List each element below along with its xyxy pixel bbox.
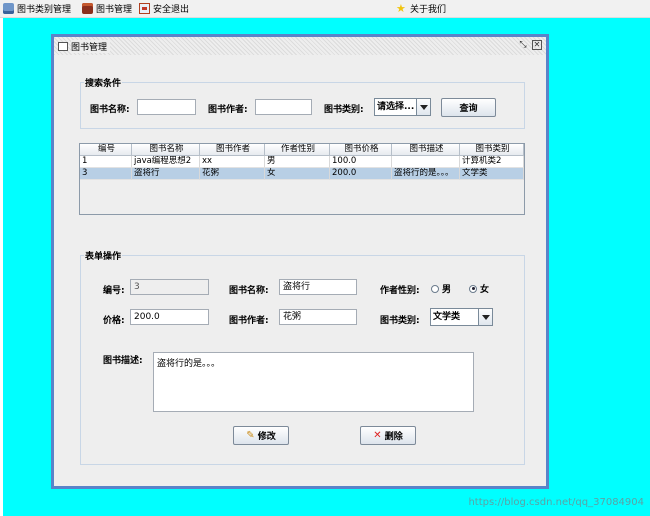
form-group-label: 表单操作 <box>84 249 123 262</box>
menu-book-manage[interactable]: 图书管理 <box>82 1 132 15</box>
table-cell: 3 <box>80 168 132 180</box>
table-cell: 200.0 <box>330 168 392 180</box>
table-row-selected[interactable]: 3 盗将行 花粥 女 200.0 盗将行的是。。。 文学类 <box>80 168 524 180</box>
watermark: https://blog.csdn.net/qq_37084904 <box>468 497 644 508</box>
table-cell: 100.0 <box>330 156 392 168</box>
menu-book-category[interactable]: 图书类别管理 <box>3 1 71 15</box>
table-cell: 文学类 <box>460 168 524 180</box>
search-type-select[interactable]: 请选择... <box>374 98 431 116</box>
form-price-label: 价格: <box>103 316 125 326</box>
search-author-label: 图书作者: <box>208 105 248 115</box>
modify-button[interactable]: ✎ 修改 <box>233 426 289 445</box>
menu-about-label: 关于我们 <box>410 4 447 15</box>
close-icon[interactable]: ✕ <box>532 40 542 50</box>
restore-icon[interactable]: ⤡ <box>518 40 528 50</box>
pencil-icon: ✎ <box>246 430 255 441</box>
col-header[interactable]: 图书价格 <box>330 144 392 156</box>
menu-exit-label: 安全退出 <box>153 4 190 15</box>
form-desc-textarea[interactable]: 盗将行的是。。。 <box>153 352 474 412</box>
table-cell: 花粥 <box>200 168 265 180</box>
table-header: 编号 图书名称 图书作者 作者性别 图书价格 图书描述 图书类别 <box>80 144 524 156</box>
table-cell: java编程思想2 <box>132 156 200 168</box>
query-button[interactable]: 查询 <box>441 98 496 117</box>
table-cell: 盗将行的是。。。 <box>392 168 460 180</box>
menu-bar: 图书类别管理 图书管理 安全退出 ★ 关于我们 <box>0 0 650 18</box>
table-cell: 计算机类2 <box>460 156 524 168</box>
window-title: 图书管理 <box>71 39 111 53</box>
form-type-label: 图书类别: <box>380 316 420 326</box>
menu-book-manage-label: 图书管理 <box>96 4 133 15</box>
table-cell: 1 <box>80 156 132 168</box>
window-titlebar[interactable]: 图书管理 ⤡ ✕ <box>54 37 546 55</box>
table-cell: 盗将行 <box>132 168 200 180</box>
search-name-input[interactable] <box>137 99 196 115</box>
window-icon <box>58 41 68 51</box>
col-header[interactable]: 图书类别 <box>460 144 524 156</box>
search-name-label: 图书名称: <box>90 105 130 115</box>
form-type-value: 文学类 <box>433 312 461 322</box>
form-type-select[interactable]: 文学类 <box>430 308 493 326</box>
col-header[interactable]: 编号 <box>80 144 132 156</box>
col-header[interactable]: 图书作者 <box>200 144 265 156</box>
book-stack-icon <box>3 2 14 14</box>
form-id-field: 3 <box>130 279 209 295</box>
table-row[interactable]: 1 java编程思想2 xx 男 100.0 计算机类2 <box>80 156 524 168</box>
sex-radio-female[interactable]: 女 <box>469 282 489 295</box>
query-button-label: 查询 <box>459 104 478 114</box>
search-type-label: 图书类别: <box>324 105 364 115</box>
book-table[interactable]: 编号 图书名称 图书作者 作者性别 图书价格 图书描述 图书类别 1 java编… <box>79 143 525 215</box>
exit-icon <box>139 2 150 14</box>
form-price-input[interactable]: 200.0 <box>130 309 209 325</box>
search-author-input[interactable] <box>255 99 312 115</box>
table-cell: 女 <box>265 168 330 180</box>
form-author-label: 图书作者: <box>229 316 269 326</box>
search-type-value: 请选择... <box>377 102 415 112</box>
chevron-down-icon[interactable] <box>416 99 430 115</box>
form-author-input[interactable]: 花粥 <box>279 309 357 325</box>
menu-exit[interactable]: 安全退出 <box>139 1 189 15</box>
table-cell: xx <box>200 156 265 168</box>
star-icon: ★ <box>396 1 406 15</box>
search-group-label: 搜索条件 <box>84 76 123 89</box>
form-sex-label: 作者性别: <box>380 286 420 296</box>
menu-about[interactable]: ★ 关于我们 <box>396 1 446 15</box>
sex-radio-male[interactable]: 男 <box>431 282 451 295</box>
briefcase-icon <box>82 2 93 14</box>
delete-button[interactable]: ✕ 删除 <box>360 426 416 445</box>
sex-male-label: 男 <box>442 285 452 295</box>
menu-book-category-label: 图书类别管理 <box>17 4 72 15</box>
radio-male-icon[interactable] <box>431 284 439 293</box>
modify-button-label: 修改 <box>257 432 276 442</box>
form-desc-label: 图书描述: <box>103 356 143 366</box>
delete-x-icon: ✕ <box>373 430 382 441</box>
chevron-down-icon[interactable] <box>478 309 492 325</box>
table-cell <box>392 156 460 168</box>
col-header[interactable]: 图书描述 <box>392 144 460 156</box>
col-header[interactable]: 作者性别 <box>265 144 330 156</box>
form-name-label: 图书名称: <box>229 286 269 296</box>
form-id-label: 编号: <box>103 286 125 296</box>
table-cell: 男 <box>265 156 330 168</box>
form-name-input[interactable]: 盗将行 <box>279 279 357 295</box>
sex-female-label: 女 <box>480 285 490 295</box>
radio-female-icon[interactable] <box>469 284 477 293</box>
delete-button-label: 删除 <box>384 432 403 442</box>
col-header[interactable]: 图书名称 <box>132 144 200 156</box>
